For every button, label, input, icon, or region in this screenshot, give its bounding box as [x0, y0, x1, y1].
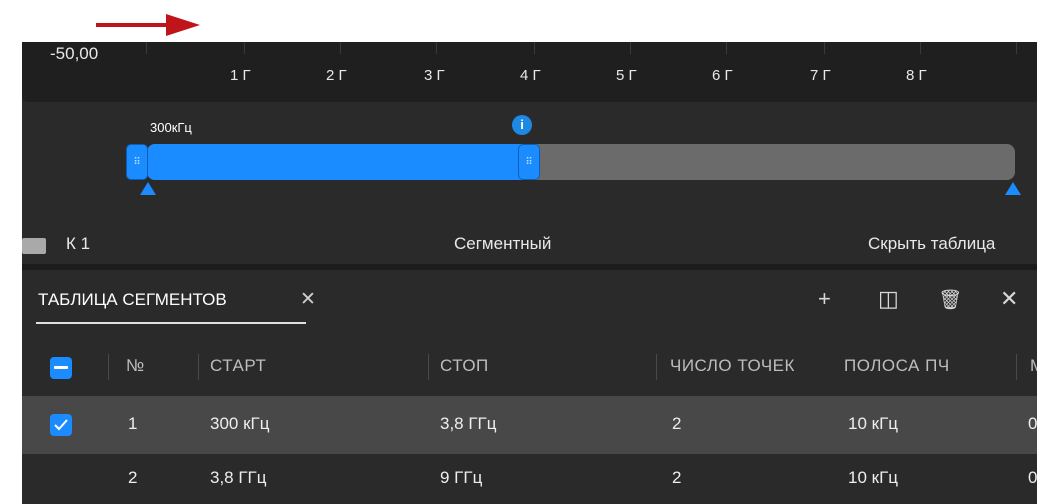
- table-row[interactable]: 1 300 кГц 3,8 ГГц 2 10 кГц 0: [22, 396, 1037, 454]
- close-table-button[interactable]: ✕: [1000, 286, 1018, 312]
- add-segment-button[interactable]: +: [818, 286, 831, 312]
- column-header-number[interactable]: №: [126, 356, 145, 376]
- row-checkbox[interactable]: [50, 414, 72, 436]
- cell-extra[interactable]: 0: [1028, 414, 1037, 434]
- cell-start[interactable]: 300 кГц: [210, 414, 269, 434]
- stop-marker-icon[interactable]: [1005, 182, 1021, 195]
- split-segment-button[interactable]: ◫: [878, 286, 899, 312]
- column-header-ifbw[interactable]: ПОЛОСА ПЧ: [844, 356, 950, 376]
- trace-chart: -50,00 1 Г 2 Г 3 Г 4 Г 5 Г 6 Г 7 Г 8 Г: [22, 42, 1037, 102]
- channel-color-swatch[interactable]: [22, 238, 46, 254]
- range-fill: [147, 144, 529, 180]
- x-tick-label: 7 Г: [810, 67, 831, 84]
- column-header-points[interactable]: ЧИСЛО ТОЧЕК: [670, 356, 795, 376]
- table-row[interactable]: 2 3,8 ГГц 9 ГГц 2 10 кГц 0: [22, 454, 1037, 504]
- range-start-label: 300кГц: [150, 120, 192, 135]
- cell-start[interactable]: 3,8 ГГц: [210, 468, 267, 488]
- cell-number: 1: [128, 414, 138, 433]
- y-axis-label: -50,00: [50, 44, 99, 63]
- pointer-arrow-icon: [96, 14, 200, 36]
- column-header-start[interactable]: СТАРТ: [210, 356, 266, 376]
- cell-points[interactable]: 2: [672, 414, 681, 434]
- range-start-handle[interactable]: ⠿: [126, 144, 148, 180]
- column-header-stop[interactable]: СТОП: [440, 356, 489, 376]
- check-icon: [54, 419, 68, 431]
- x-tick-label: 4 Г: [520, 67, 541, 84]
- channel-label[interactable]: К 1: [66, 234, 90, 254]
- cell-stop[interactable]: 9 ГГц: [440, 468, 482, 488]
- x-tick-label: 6 Г: [712, 67, 733, 84]
- analyzer-window: -50,00 1 Г 2 Г 3 Г 4 Г 5 Г 6 Г 7 Г 8 Г 3…: [22, 42, 1037, 504]
- cell-extra[interactable]: 0: [1028, 468, 1037, 488]
- cell-ifbw[interactable]: 10 кГц: [848, 468, 898, 488]
- info-icon[interactable]: i: [512, 115, 532, 135]
- start-marker-icon[interactable]: [140, 182, 156, 195]
- x-tick-label: 8 Г: [906, 67, 927, 84]
- active-tab-indicator: [36, 322, 306, 324]
- x-tick-label: 3 Г: [424, 67, 445, 84]
- select-all-checkbox[interactable]: [50, 357, 72, 379]
- sweep-mode-label[interactable]: Сегментный: [454, 234, 551, 254]
- frequency-range-slider[interactable]: [147, 144, 1015, 180]
- cell-number: 2: [128, 468, 138, 487]
- cell-points[interactable]: 2: [672, 468, 681, 488]
- hide-table-button[interactable]: Скрыть таблица: [868, 234, 995, 254]
- tab-segment-table[interactable]: ТАБЛИЦА СЕГМЕНТОВ: [38, 290, 227, 310]
- segment-table-panel: ТАБЛИЦА СЕГМЕНТОВ ✕ + ◫ 🗑 ✕ № СТАРТ СТОП…: [22, 270, 1037, 504]
- segment-split-handle[interactable]: ⠿: [518, 144, 540, 180]
- cell-stop[interactable]: 3,8 ГГц: [440, 414, 497, 434]
- x-tick-label: 5 Г: [616, 67, 637, 84]
- channel-row: К 1 Сегментный Скрыть таблица: [22, 226, 1037, 264]
- cell-ifbw[interactable]: 10 кГц: [848, 414, 898, 434]
- x-tick-label: 1 Г: [230, 67, 251, 84]
- minus-icon: [54, 366, 68, 369]
- column-header-more[interactable]: М: [1030, 356, 1037, 376]
- delete-segment-button[interactable]: 🗑: [938, 288, 962, 312]
- x-tick-label: 2 Г: [326, 67, 347, 84]
- tab-close-icon[interactable]: ✕: [300, 288, 316, 311]
- table-header: № СТАРТ СТОП ЧИСЛО ТОЧЕК ПОЛОСА ПЧ М: [22, 344, 1037, 390]
